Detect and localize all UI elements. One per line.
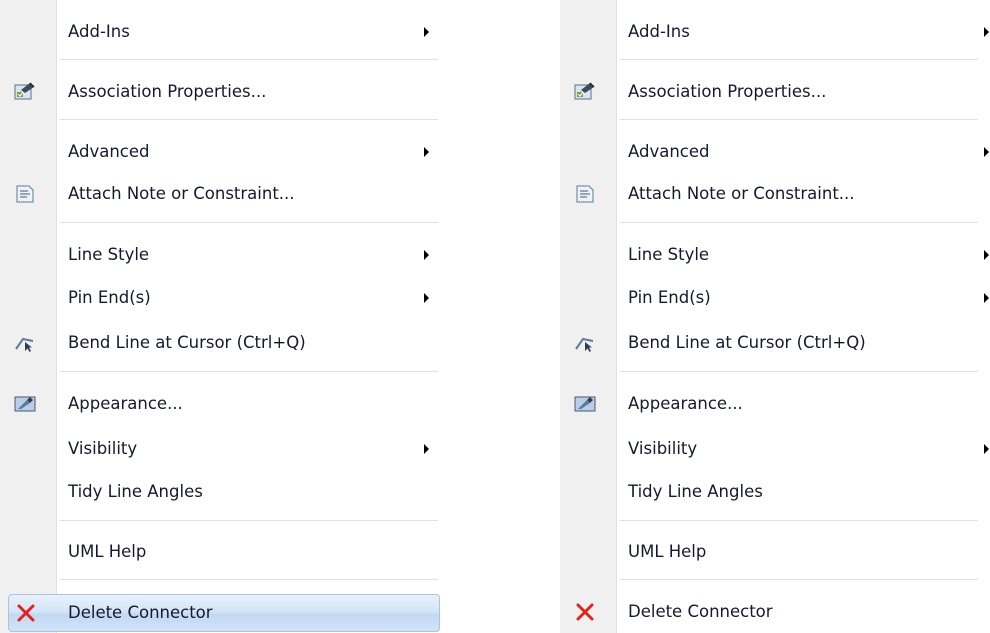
note-icon bbox=[573, 183, 597, 205]
appearance-icon bbox=[13, 393, 37, 415]
menu-item-line-style[interactable]: Line Style bbox=[560, 237, 990, 273]
menu-item-label: Delete Connector bbox=[628, 602, 773, 621]
menu-item-line-style[interactable]: Line Style bbox=[0, 237, 450, 273]
menu-item-label: Bend Line at Cursor (Ctrl+Q) bbox=[68, 333, 306, 352]
menu-item-label: Tidy Line Angles bbox=[628, 482, 763, 501]
menu-item-visibility[interactable]: Visibility bbox=[0, 431, 450, 467]
menu-item-association-properties[interactable]: Association Properties... bbox=[0, 74, 450, 110]
menu-item-label: Pin End(s) bbox=[628, 288, 711, 307]
menu-separator bbox=[60, 520, 438, 522]
delete-icon bbox=[573, 601, 597, 623]
menu-item-advanced[interactable]: Advanced bbox=[0, 134, 450, 170]
menu-item-delete-connector[interactable]: Delete Connector bbox=[8, 594, 440, 632]
menu-item-bend-line[interactable]: Bend Line at Cursor (Ctrl+Q) bbox=[560, 325, 990, 361]
menu-item-tidy-line-angles[interactable]: Tidy Line Angles bbox=[560, 474, 990, 510]
menu-separator bbox=[60, 59, 438, 61]
submenu-arrow-icon bbox=[984, 250, 989, 260]
submenu-arrow-icon bbox=[424, 444, 429, 454]
submenu-arrow-icon bbox=[984, 444, 989, 454]
menu-item-label: Association Properties... bbox=[68, 82, 267, 101]
menu-separator bbox=[60, 222, 438, 224]
menu-item-attach-note[interactable]: Attach Note or Constraint... bbox=[0, 176, 450, 212]
menu-item-label: Advanced bbox=[628, 142, 710, 161]
submenu-arrow-icon bbox=[424, 147, 429, 157]
menu-item-label: Line Style bbox=[68, 245, 150, 264]
menu-item-label: Appearance... bbox=[628, 394, 743, 413]
menu-item-label: Visibility bbox=[628, 439, 698, 458]
menu-item-advanced[interactable]: Advanced bbox=[560, 134, 990, 170]
menu-separator bbox=[60, 119, 438, 121]
menu-item-uml-help[interactable]: UML Help bbox=[560, 534, 990, 570]
menu-item-label: Appearance... bbox=[68, 394, 183, 413]
menu-item-label: Attach Note or Constraint... bbox=[628, 184, 855, 203]
bend-line-icon bbox=[13, 332, 37, 354]
menu-item-label: Bend Line at Cursor (Ctrl+Q) bbox=[628, 333, 866, 352]
menu-item-label: Advanced bbox=[68, 142, 150, 161]
menu-separator bbox=[620, 119, 978, 121]
menu-separator bbox=[620, 59, 978, 61]
menu-item-tidy-line-angles[interactable]: Tidy Line Angles bbox=[0, 474, 450, 510]
menu-item-label: Delete Connector bbox=[68, 603, 213, 622]
menu-separator bbox=[620, 371, 978, 373]
submenu-arrow-icon bbox=[424, 27, 429, 37]
menu-item-visibility[interactable]: Visibility bbox=[560, 431, 990, 467]
menu-item-add-ins[interactable]: Add-Ins bbox=[0, 14, 450, 50]
context-menu-highlighted: Add-Ins Association Properties... Advanc… bbox=[0, 0, 450, 633]
menu-item-bend-line[interactable]: Bend Line at Cursor (Ctrl+Q) bbox=[0, 325, 450, 361]
properties-icon bbox=[13, 81, 37, 103]
menu-separator bbox=[60, 371, 438, 373]
submenu-arrow-icon bbox=[984, 293, 989, 303]
submenu-arrow-icon bbox=[424, 293, 429, 303]
menu-item-label: Tidy Line Angles bbox=[68, 482, 203, 501]
menu-item-uml-help[interactable]: UML Help bbox=[0, 534, 450, 570]
menu-item-pin-ends[interactable]: Pin End(s) bbox=[0, 280, 450, 316]
menu-item-label: Attach Note or Constraint... bbox=[68, 184, 295, 203]
menu-item-label: Add-Ins bbox=[68, 22, 130, 41]
properties-icon bbox=[573, 81, 597, 103]
menu-item-add-ins[interactable]: Add-Ins bbox=[560, 14, 990, 50]
submenu-arrow-icon bbox=[424, 250, 429, 260]
note-icon bbox=[13, 183, 37, 205]
menu-item-label: UML Help bbox=[628, 542, 707, 561]
menu-item-pin-ends[interactable]: Pin End(s) bbox=[560, 280, 990, 316]
menu-item-attach-note[interactable]: Attach Note or Constraint... bbox=[560, 176, 990, 212]
menu-item-label: Association Properties... bbox=[628, 82, 827, 101]
menu-item-label: Pin End(s) bbox=[68, 288, 151, 307]
menu-item-appearance[interactable]: Appearance... bbox=[0, 386, 450, 422]
menu-item-delete-connector[interactable]: Delete Connector bbox=[560, 594, 990, 630]
menu-separator bbox=[620, 579, 978, 581]
bend-line-icon bbox=[573, 332, 597, 354]
submenu-arrow-icon bbox=[984, 147, 989, 157]
menu-separator bbox=[620, 520, 978, 522]
submenu-arrow-icon bbox=[984, 27, 989, 37]
menu-item-label: UML Help bbox=[68, 542, 147, 561]
menu-item-label: Line Style bbox=[628, 245, 710, 264]
delete-icon bbox=[14, 602, 38, 624]
menu-item-association-properties[interactable]: Association Properties... bbox=[560, 74, 990, 110]
menu-item-label: Visibility bbox=[68, 439, 138, 458]
menu-separator bbox=[60, 579, 438, 581]
menu-item-appearance[interactable]: Appearance... bbox=[560, 386, 990, 422]
menu-item-label: Add-Ins bbox=[628, 22, 690, 41]
context-menu: Add-Ins Association Properties... Advanc… bbox=[560, 0, 990, 633]
appearance-icon bbox=[573, 393, 597, 415]
menu-separator bbox=[620, 222, 978, 224]
